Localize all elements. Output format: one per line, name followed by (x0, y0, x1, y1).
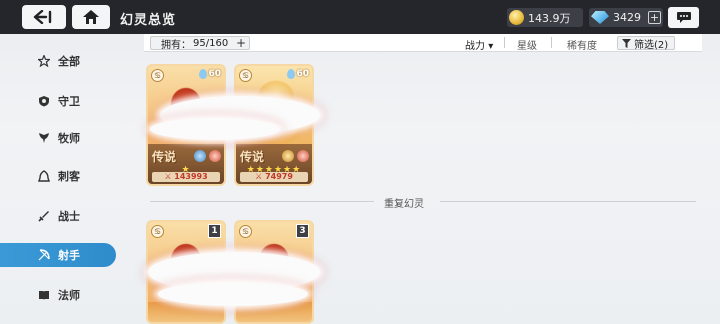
divider (150, 201, 374, 202)
duplicate-count-badge: 3 (296, 224, 309, 238)
sidebar-item-label: 法师 (58, 289, 80, 302)
star-outline-icon (38, 55, 50, 67)
sidebar-item-archer[interactable]: 射手 (0, 243, 116, 267)
power-sword-icon: ⚔ (255, 172, 263, 181)
sidebar-item-label: 全部 (58, 55, 80, 68)
element-icon: ♋ (239, 225, 252, 238)
hero-level-value: 60 (296, 69, 309, 79)
card-info-panel: 传说 ★ ⚔ 143993 (148, 144, 224, 184)
card-info-panel: 传说 ★★★★★★ ⚔ 74979 (236, 144, 312, 184)
sidebar-item-all[interactable]: 全部 (0, 49, 116, 73)
element-icon: ♋ (151, 69, 164, 82)
filter-label: 筛选(2) (634, 39, 669, 51)
back-button[interactable] (22, 5, 66, 29)
hero-level: 60 (287, 69, 309, 79)
owned-label: 拥有： (161, 39, 191, 51)
filter-bar: 拥有： 95/160 + 战力 ▾ 星级 稀有度 筛选(2) (144, 34, 702, 52)
book-icon (39, 291, 49, 300)
page-title: 幻灵总览 (120, 13, 177, 28)
gold-coin-icon (509, 10, 524, 25)
power-value: ⚔ 74979 (240, 172, 308, 182)
class-sidebar: 全部 守卫 牧师 刺客 战士 射手 法师 (0, 44, 120, 324)
owned-value: 95/160 (193, 37, 229, 49)
level-drop-icon (287, 69, 296, 79)
divider (440, 201, 696, 202)
expand-capacity-button[interactable]: + (236, 36, 246, 50)
gold-amount: 143.9万 (528, 11, 571, 25)
sort-power-label: 战力 (465, 41, 485, 52)
sidebar-item-label: 刺客 (58, 170, 80, 183)
sidebar-item-label: 战士 (58, 210, 80, 223)
sidebar-item-priest[interactable]: 牧师 (0, 126, 116, 150)
gold-currency[interactable]: 143.9万 (507, 8, 583, 27)
rarity-label: 传说 (240, 150, 265, 164)
sidebar-item-label: 牧师 (58, 132, 80, 145)
element-icon: ♋ (239, 69, 252, 82)
hood-icon (38, 170, 50, 182)
duplicate-count-badge: 1 (208, 224, 221, 238)
wings-icon (39, 133, 49, 143)
level-drop-icon (199, 69, 208, 79)
filter-button[interactable]: 筛选(2) (617, 36, 675, 51)
power-sword-icon: ⚔ (164, 172, 172, 181)
sidebar-item-label: 守卫 (58, 95, 80, 108)
redaction-mark (150, 118, 280, 140)
skill-icon (194, 150, 206, 162)
sidebar-item-warrior[interactable]: 战士 (0, 204, 116, 228)
owned-count-box[interactable]: 拥有： 95/160 + (150, 36, 250, 51)
sidebar-item-assassin[interactable]: 刺客 (0, 164, 116, 188)
sidebar-item-label: 射手 (58, 249, 80, 262)
back-arrow-icon (33, 10, 52, 24)
sword-icon (38, 211, 49, 222)
home-icon (83, 10, 99, 24)
chat-bubble-icon (676, 12, 691, 23)
skill-icon (209, 150, 221, 162)
gem-icon (591, 11, 609, 24)
divider (504, 37, 505, 48)
skill-icon (297, 150, 309, 162)
rarity-label: 传说 (152, 150, 177, 164)
duplicates-heading: 重复幻灵 (384, 199, 424, 210)
power-number: 74979 (265, 172, 293, 181)
gem-currency[interactable]: 3429 + (589, 8, 663, 27)
gem-amount: 3429 (613, 11, 641, 24)
sort-down-icon: ▾ (488, 41, 494, 52)
sort-by-rarity[interactable]: 稀有度 (567, 37, 597, 52)
hero-level: 60 (199, 69, 221, 79)
element-icon: ♋ (151, 225, 164, 238)
sidebar-item-mage[interactable]: 法师 (0, 283, 116, 307)
sort-by-power[interactable]: 战力 ▾ (465, 37, 493, 52)
bow-icon (38, 249, 50, 261)
power-number: 143993 (174, 172, 208, 181)
divider (551, 37, 552, 48)
filter-icon (622, 38, 631, 48)
redaction-mark (158, 282, 308, 306)
home-button[interactable] (72, 5, 110, 29)
top-bar: 幻灵总览 143.9万 3429 + (0, 0, 720, 34)
sort-by-star[interactable]: 星级 (517, 37, 537, 52)
add-gems-button[interactable]: + (648, 11, 661, 24)
sidebar-item-guard[interactable]: 守卫 (0, 89, 116, 113)
hero-level-value: 60 (208, 69, 221, 79)
shield-icon (39, 96, 49, 107)
power-value: ⚔ 143993 (152, 172, 220, 182)
chat-button[interactable] (668, 7, 699, 28)
skill-icon (282, 150, 294, 162)
